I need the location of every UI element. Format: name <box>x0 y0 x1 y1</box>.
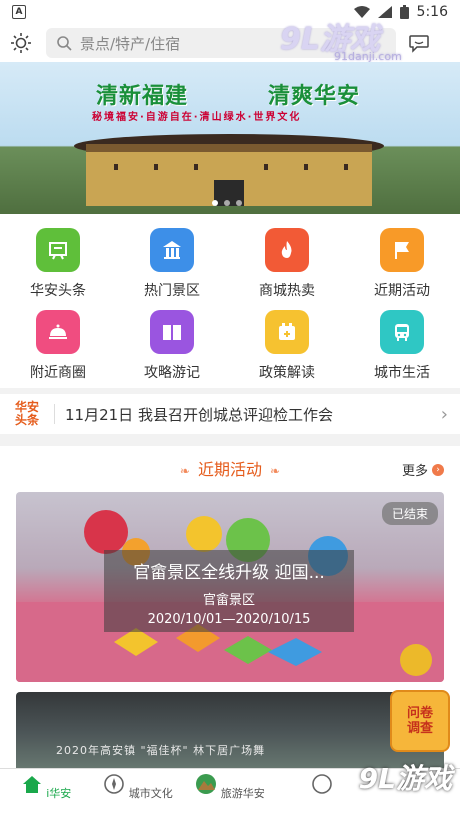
grid-label: 附近商圈 <box>30 365 86 381</box>
circle-icon <box>312 774 332 794</box>
notification-icon: A <box>12 5 26 19</box>
dish-icon <box>36 310 80 354</box>
grid-label: 攻略游记 <box>144 365 200 381</box>
flag-icon <box>380 228 424 272</box>
grid-label: 近期活动 <box>374 283 430 299</box>
grid-label: 热门景区 <box>144 283 200 299</box>
banner-title-left: 清新福建 <box>96 84 189 109</box>
grid-label: 城市生活 <box>374 365 430 381</box>
chevron-right-icon: › <box>440 403 448 425</box>
more-link[interactable]: 更多 › <box>402 460 444 479</box>
watermark-logo-top: 9L游戏 91danji.com <box>280 22 402 63</box>
bus-icon <box>380 310 424 354</box>
policy-icon <box>265 310 309 354</box>
book-icon <box>150 310 194 354</box>
activity-title: 官畲景区全线升级 迎国... <box>133 563 325 583</box>
grid-item-guides[interactable]: 攻略游记 <box>122 310 222 382</box>
survey-float-button[interactable]: 问卷 调查 <box>390 690 450 752</box>
grid-item-activities[interactable]: 近期活动 <box>352 228 452 300</box>
nav-home[interactable]: i华安 <box>0 769 92 816</box>
mountain-icon <box>196 774 217 794</box>
grid-item-city-life[interactable]: 城市生活 <box>352 310 452 382</box>
carousel-dots <box>212 200 242 206</box>
banner-subtitle: 秘境福安·自游自在·清山绿水·世界文化 <box>92 112 302 123</box>
newspaper-icon <box>36 228 80 272</box>
activity-info-overlay: 官畲景区全线升级 迎国... 官畲景区 2020/10/01—2020/10/1… <box>104 550 354 632</box>
activity-card[interactable]: 已结束 官畲景区全线升级 迎国... 官畲景区 2020/10/01—2020/… <box>16 492 444 682</box>
grid-label: 商城热卖 <box>259 283 315 299</box>
grid-item-mall[interactable]: 商城热卖 <box>237 228 337 300</box>
decor-icon: ❧ <box>270 464 281 478</box>
grid-label: 政策解读 <box>259 365 315 381</box>
category-grid: 华安头条 热门景区 商城热卖 近期活动 附近商圈 攻略游记 政策解读 城市生活 <box>0 214 460 388</box>
message-icon[interactable] <box>408 32 430 54</box>
fire-icon <box>265 228 309 272</box>
sun-icon[interactable] <box>10 32 32 54</box>
grid-label: 华安头条 <box>30 283 86 299</box>
banner-title-right: 清爽华安 <box>268 84 361 109</box>
grid-item-news[interactable]: 华安头条 <box>8 228 108 300</box>
nav-city-culture[interactable]: 城市文化 <box>92 769 184 816</box>
section-title: ❧ 近期活动 ❧ <box>179 460 281 479</box>
grid-item-scenic[interactable]: 热门景区 <box>122 228 222 300</box>
decor-icon: ❧ <box>179 464 190 478</box>
clock: 5:16 <box>416 4 448 20</box>
grid-item-policy[interactable]: 政策解读 <box>237 310 337 382</box>
watermark-logo-bottom: 9L游戏 91danji.com <box>358 762 452 810</box>
activity-date: 2020/10/01—2020/10/15 <box>147 612 311 627</box>
activity-location: 官畲景区 <box>202 593 255 608</box>
status-badge: 已结束 <box>381 502 438 525</box>
tulou-building-image <box>74 134 384 206</box>
headline-logo: 华安 头条 <box>14 400 39 427</box>
scenic-icon <box>150 228 194 272</box>
search-icon <box>57 36 72 51</box>
headline-text: 11月21日 我县召开创城总评迎检工作会 <box>65 405 333 424</box>
compass-icon <box>104 774 125 794</box>
status-bar: A 5:16 <box>0 0 460 24</box>
arrow-right-icon: › <box>432 463 444 476</box>
battery-icon <box>399 5 409 19</box>
nav-item-4[interactable] <box>276 769 368 816</box>
home-icon <box>22 776 41 793</box>
activity-photo-caption: 2020年高安镇 "福佳杯" 林下居广场舞 <box>56 744 266 757</box>
headline-news-bar[interactable]: 华安 头条 11月21日 我县召开创城总评迎检工作会 › <box>0 394 460 434</box>
banner-carousel[interactable]: 清新福建 清爽华安 秘境福安·自游自在·清山绿水·世界文化 <box>0 62 460 214</box>
grid-item-nearby[interactable]: 附近商圈 <box>8 310 108 382</box>
nav-tourism[interactable]: 旅游华安 <box>184 769 276 816</box>
search-placeholder: 景点/特产/住宿 <box>80 34 181 53</box>
